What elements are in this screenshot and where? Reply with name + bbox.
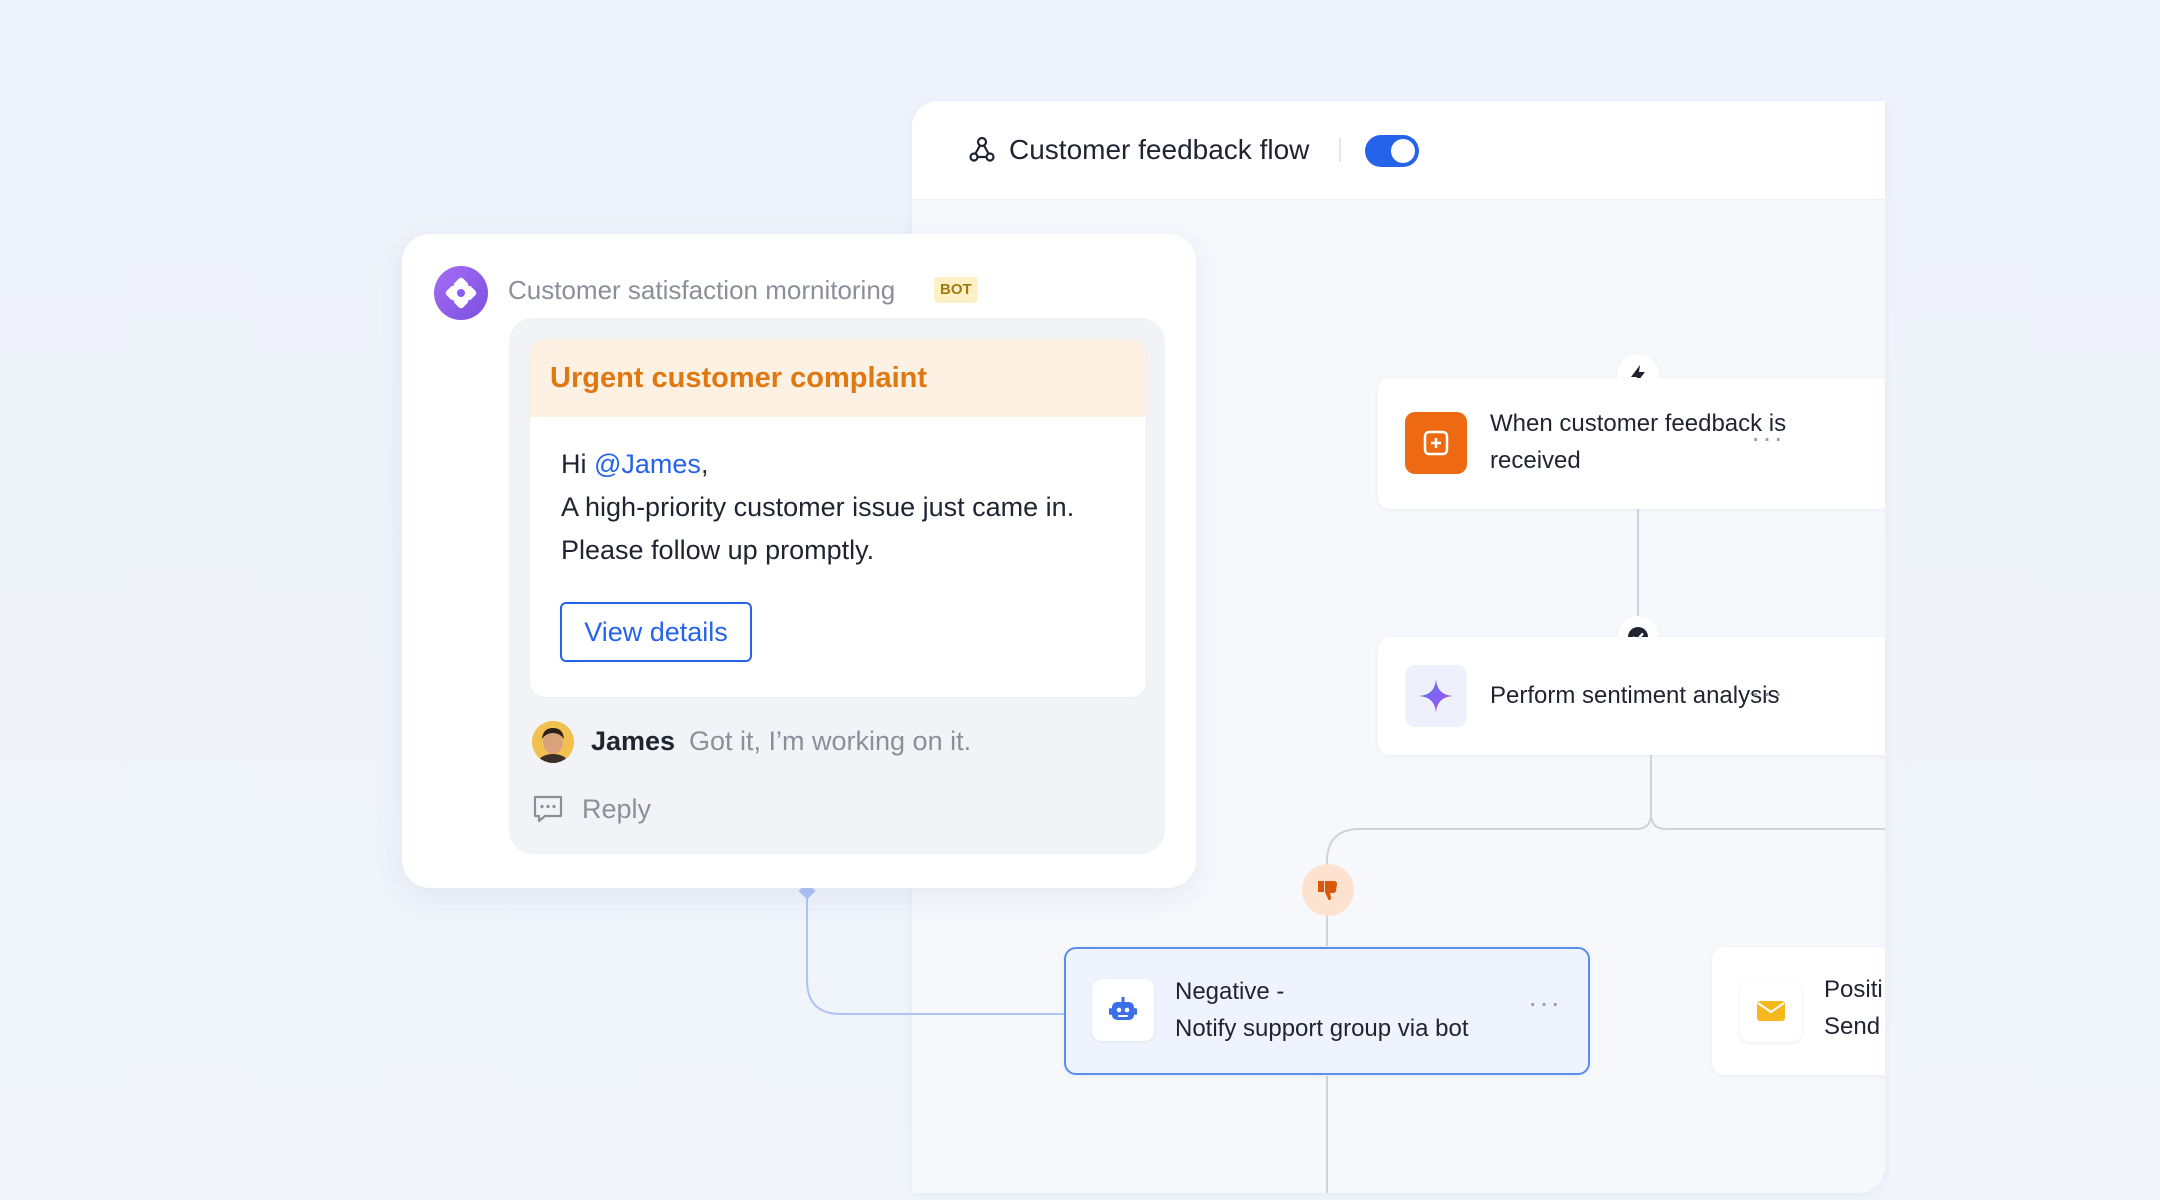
- chat-message-card: Customer satisfaction mornitoring BOT Ur…: [402, 234, 1196, 888]
- user-avatar-james: [532, 721, 574, 763]
- alert-header: Urgent customer complaint: [530, 339, 1146, 417]
- reply-button[interactable]: Reply: [582, 790, 651, 828]
- reply-author: James: [591, 726, 676, 756]
- alert-message: Urgent customer complaint Hi @James, A h…: [529, 338, 1147, 698]
- bot-badge: BOT: [934, 277, 978, 303]
- alert-body: Hi @James, A high-priority customer issu…: [561, 443, 1074, 572]
- bot-avatar: [434, 266, 488, 320]
- user-mention[interactable]: @James: [594, 449, 701, 479]
- alert-line-2: A high-priority customer issue just came…: [561, 492, 1075, 522]
- greeting-text: Hi: [561, 449, 594, 479]
- alert-line-3: Please follow up promptly.: [561, 535, 875, 565]
- bot-logo-icon: [445, 277, 477, 309]
- message-thread: Urgent customer complaint Hi @James, A h…: [509, 318, 1165, 854]
- alert-greeting-line: Hi @James,: [561, 443, 1074, 486]
- greeting-suffix: ,: [700, 449, 709, 479]
- view-details-button[interactable]: View details: [560, 602, 752, 662]
- reply-text: Got it, I’m working on it.: [689, 726, 972, 756]
- bot-name: Customer satisfaction mornitoring: [508, 275, 896, 305]
- comment-reply-icon[interactable]: [532, 793, 564, 825]
- alert-title: Urgent customer complaint: [550, 362, 928, 394]
